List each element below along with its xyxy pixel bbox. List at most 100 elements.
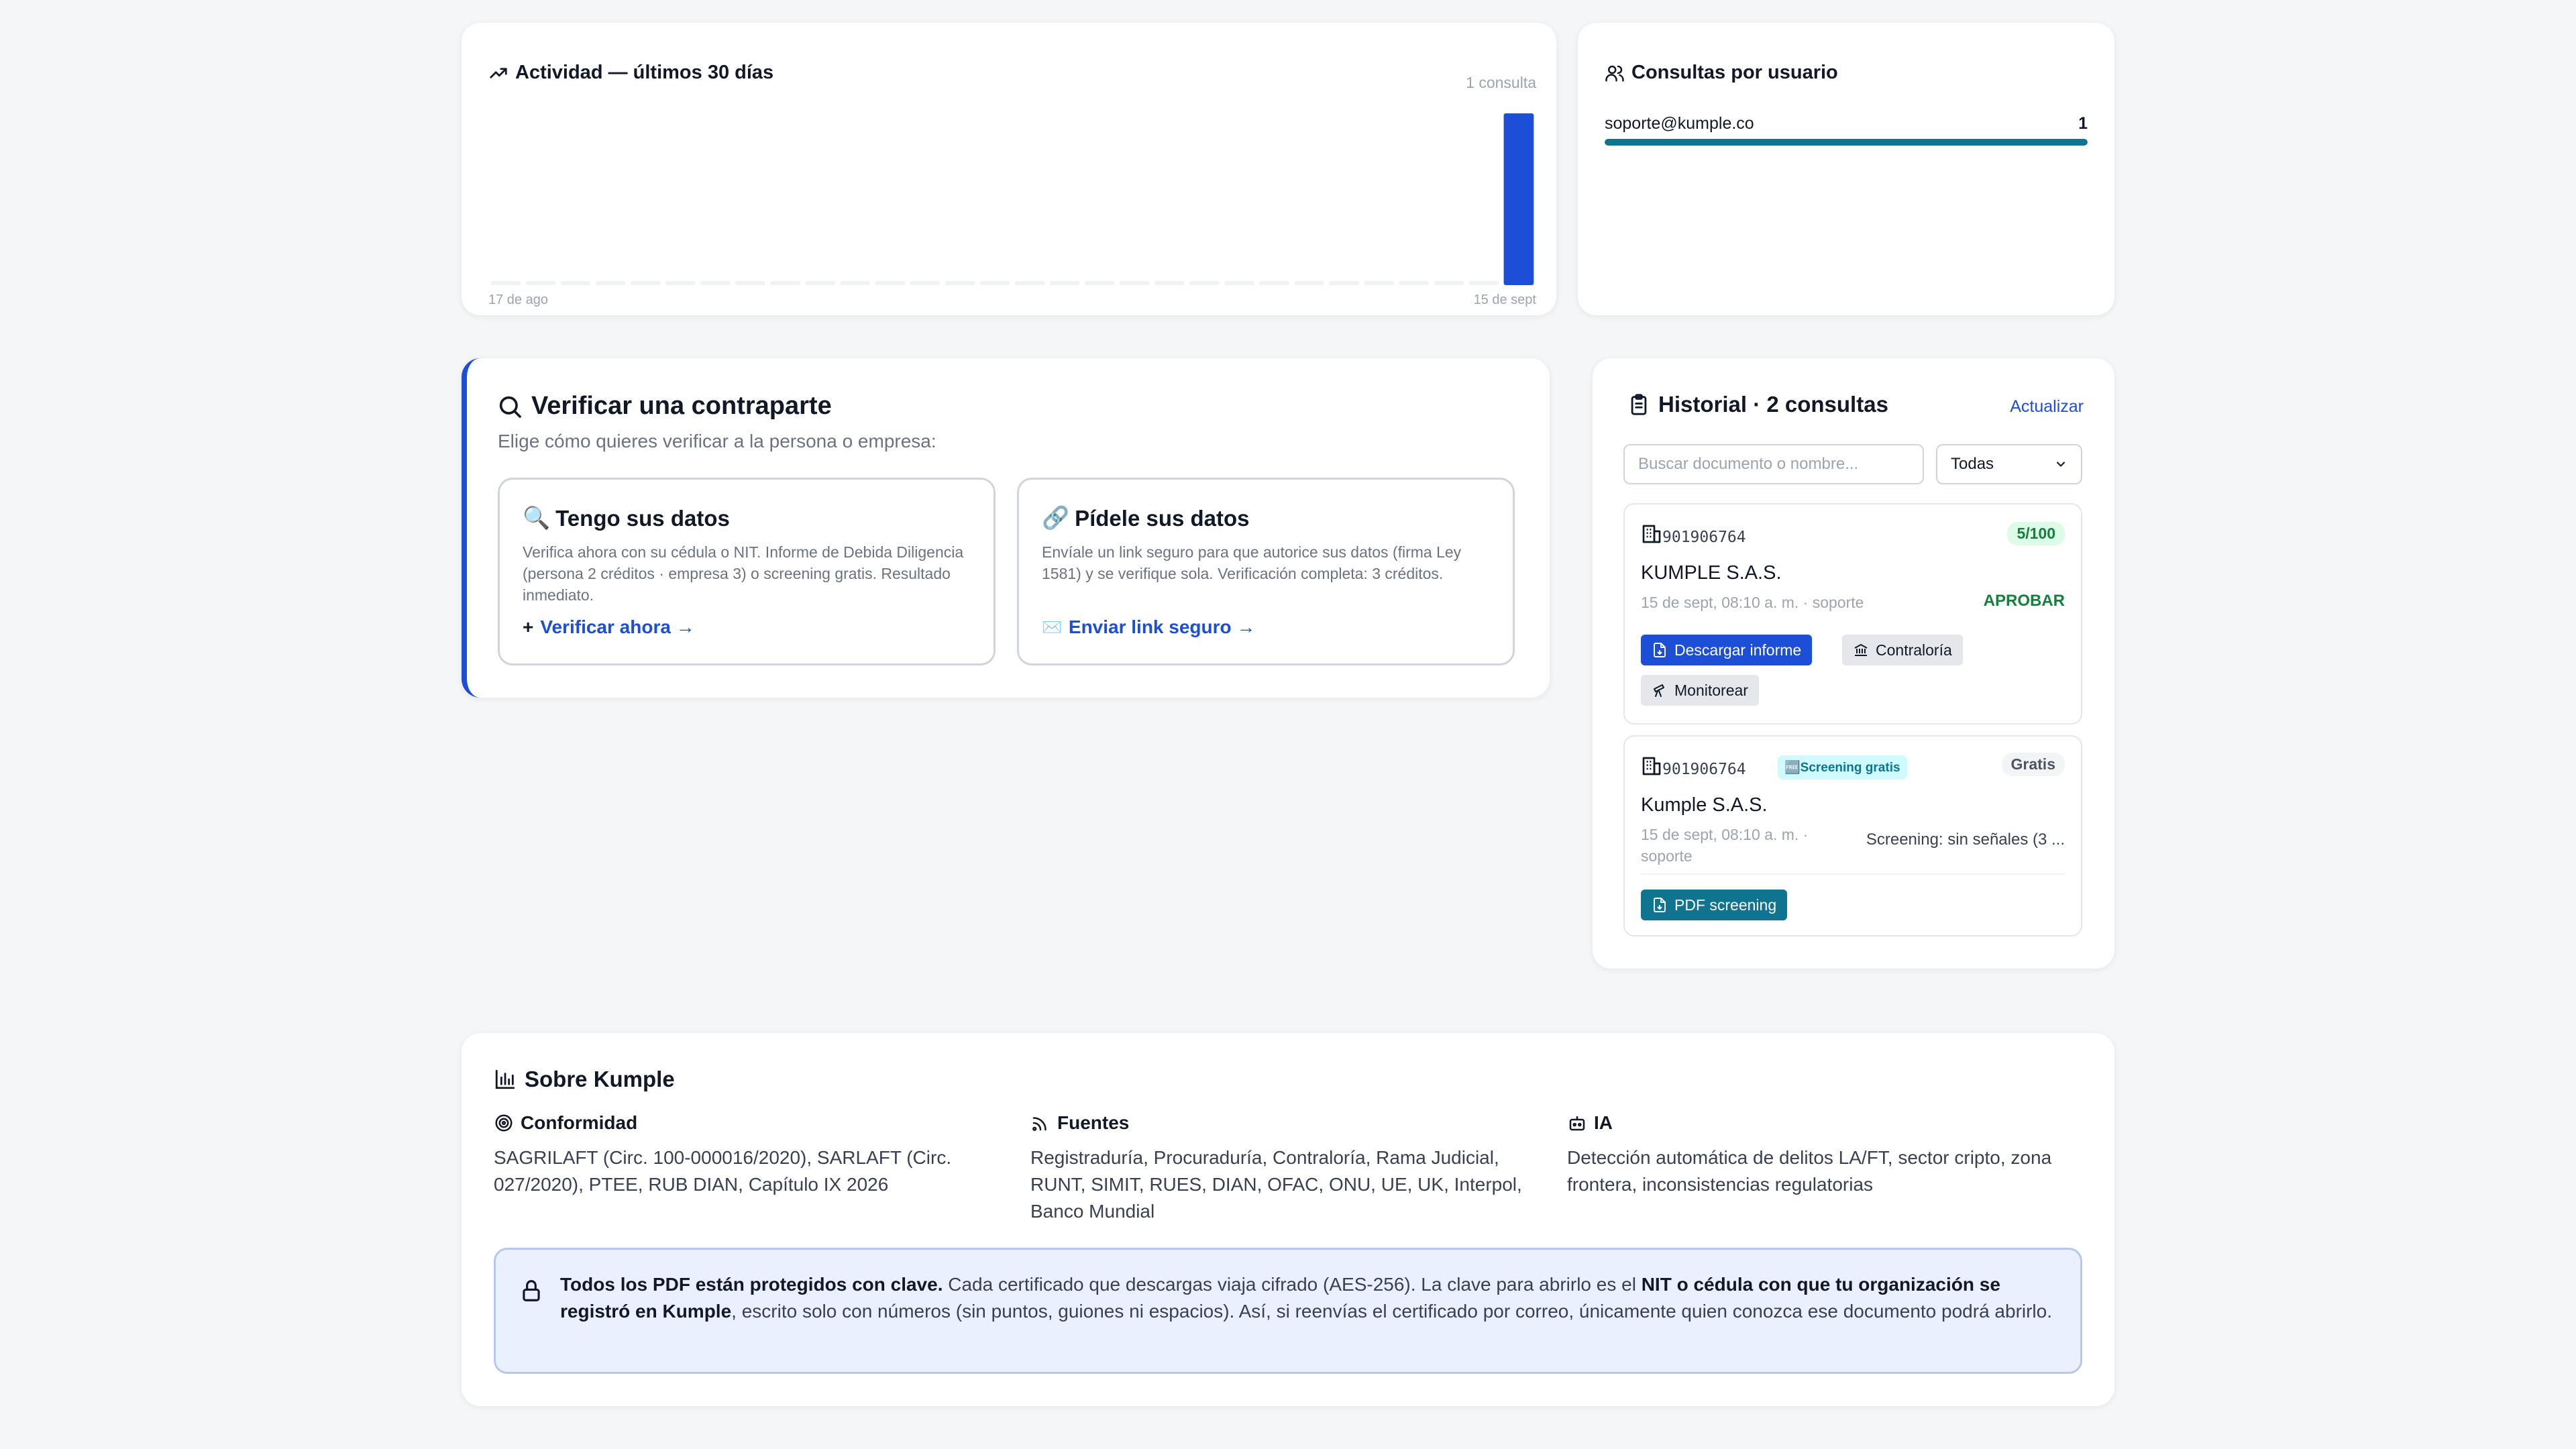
- history-search-input[interactable]: [1623, 444, 1924, 484]
- activity-card: Actividad — últimos 30 días 1 consulta 1…: [462, 23, 1556, 315]
- users-card: Consultas por usuario soporte@kumple.co …: [1578, 23, 2114, 315]
- activity-bar-track: [1468, 281, 1499, 285]
- activity-bar: [1503, 113, 1534, 285]
- user-progress-fill: [1605, 139, 2088, 146]
- target-icon: [494, 1113, 514, 1133]
- activity-bar-track: [1259, 281, 1289, 285]
- decision-label: APROBAR: [1983, 592, 2065, 610]
- history-item-nit: 901906764: [1662, 529, 1746, 546]
- telescope-icon: [1652, 682, 1668, 698]
- option-have-data[interactable]: 🔍 Tengo sus datos Verifica ahora con su …: [498, 478, 996, 665]
- bar-chart-icon: [494, 1068, 517, 1091]
- activity-bar-track: [805, 281, 836, 285]
- about-column-title: Fuentes: [1057, 1112, 1130, 1133]
- screening-free-tag: 🆓Screening gratis: [1778, 755, 1907, 780]
- option-request-data-desc: Envíale un link seguro para que autorice…: [1042, 543, 1462, 582]
- about-column-text: Registraduría, Procuraduría, Contraloría…: [1030, 1147, 1522, 1222]
- activity-bar-track: [770, 281, 800, 285]
- verify-title-text: Verificar una contraparte: [531, 392, 832, 420]
- pdf-screening-button[interactable]: PDF screening: [1641, 890, 1788, 920]
- search-icon: [496, 393, 523, 420]
- chevron-down-icon: [2054, 458, 2068, 471]
- activity-bar-track: [665, 281, 696, 285]
- refresh-link[interactable]: Actualizar: [2010, 397, 2084, 417]
- download-report-button[interactable]: Descargar informe: [1641, 635, 1813, 665]
- about-title-text: Sobre Kumple: [525, 1067, 675, 1091]
- history-filter-value: Todas: [1951, 455, 1994, 473]
- option-have-data-heading: 🔍 Tengo sus datos: [523, 505, 730, 531]
- building-icon: [1641, 523, 1662, 545]
- activity-bar-track: [630, 281, 661, 285]
- activity-bar-track: [1329, 281, 1360, 285]
- option-request-data-title: Pídele sus datos: [1075, 505, 1250, 531]
- robot-icon: [1567, 1113, 1587, 1133]
- activity-bar-track: [1119, 281, 1150, 285]
- activity-title: Actividad — últimos 30 días: [488, 62, 773, 84]
- verify-now-link[interactable]: + Verificar ahora →: [523, 616, 695, 638]
- history-item-meta-line1: 15 de sept, 08:10 a. m. ·: [1641, 826, 1809, 843]
- monitor-button[interactable]: Monitorear: [1641, 675, 1759, 706]
- activity-title-text: Actividad — últimos 30 días: [515, 62, 774, 83]
- history-item-meta: 15 de sept, 08:10 a. m. · soporte: [1641, 824, 1808, 867]
- activity-bar-track: [875, 281, 906, 285]
- contraloria-button[interactable]: Contraloría: [1842, 635, 1963, 665]
- about-column-text: SAGRILAFT (Circ. 100-000016/2020), SARLA…: [494, 1147, 952, 1195]
- activity-bar-track: [1049, 281, 1080, 285]
- history-item[interactable]: 901906764 🆓Screening gratis Gratis Kumpl…: [1623, 735, 2082, 936]
- user-progress-bar: [1605, 139, 2088, 146]
- activity-bar-track: [595, 281, 626, 285]
- history-filter-select[interactable]: Todas: [1936, 444, 2082, 484]
- about-column-sources: Fuentes Registraduría, Procuraduría, Con…: [1030, 1112, 1540, 1225]
- send-secure-link-label: Enviar link seguro →: [1068, 616, 1256, 637]
- history-item-name: Kumple S.A.S.: [1641, 794, 1768, 816]
- trending-up-icon: [488, 63, 508, 83]
- about-column-text: Detección automática de delitos LA/FT, s…: [1567, 1147, 2052, 1195]
- file-icon: [1652, 897, 1668, 913]
- plus-icon: +: [523, 616, 534, 637]
- activity-bar-track: [1294, 281, 1324, 285]
- activity-bar-track: [840, 281, 871, 285]
- option-request-data-heading: 🔗 Pídele sus datos: [1042, 505, 1250, 531]
- score-badge: 5/100: [2007, 522, 2065, 545]
- history-item[interactable]: 901906764 5/100 KUMPLE S.A.S. 15 de sept…: [1623, 503, 2082, 724]
- pdf-password-notice: Todos los PDF están protegidos con clave…: [494, 1248, 2082, 1374]
- activity-bar-track: [979, 281, 1010, 285]
- about-column-ai: IA Detección automática de delitos LA/FT…: [1567, 1112, 2077, 1198]
- send-secure-link[interactable]: ✉️ Enviar link seguro →: [1042, 616, 1255, 638]
- history-card: Historial · 2 consultas Actualizar Todas…: [1593, 358, 2114, 969]
- bank-icon: [1853, 642, 1869, 658]
- users-icon: [1605, 63, 1625, 83]
- about-column-title: IA: [1594, 1112, 1613, 1133]
- notice-text: Todos los PDF están protegidos con clave…: [560, 1271, 2053, 1325]
- option-request-data[interactable]: 🔗 Pídele sus datos Envíale un link segur…: [1017, 478, 1515, 665]
- activity-bar-track: [700, 281, 731, 285]
- activity-bar-track: [1364, 281, 1395, 285]
- verify-now-label: Verificar ahora →: [540, 616, 695, 637]
- activity-x-end-label: 15 de sept: [1473, 292, 1536, 307]
- activity-bar-track: [525, 281, 556, 285]
- users-title: Consultas por usuario: [1605, 62, 1838, 84]
- activity-bar-chart: [490, 113, 1534, 285]
- activity-bar-track: [910, 281, 941, 285]
- about-column-compliance: Conformidad SAGRILAFT (Circ. 100-000016/…: [494, 1112, 1004, 1198]
- user-count: 1: [2078, 114, 2088, 133]
- activity-bar-track: [1154, 281, 1185, 285]
- user-email: soporte@kumple.co: [1605, 114, 1754, 133]
- history-item-meta-line2: soporte: [1641, 847, 1693, 865]
- link-icon: 🔗: [1042, 505, 1070, 530]
- activity-bar-track: [945, 281, 975, 285]
- screening-result: Screening: sin señales (3 ...: [1866, 830, 2065, 849]
- about-card: Sobre Kumple Conformidad SAGRILAFT (Circ…: [462, 1033, 2114, 1406]
- verify-title: Verificar una contraparte: [496, 392, 832, 421]
- about-title: Sobre Kumple: [494, 1067, 675, 1092]
- activity-bar-track: [1189, 281, 1220, 285]
- monitor-label: Monitorear: [1674, 681, 1748, 699]
- history-title: Historial · 2 consultas: [1627, 392, 1888, 417]
- verify-subtitle: Elige cómo quieres verificar a la person…: [498, 431, 936, 451]
- clipboard-icon: [1627, 393, 1650, 416]
- about-column-heading: Fuentes: [1030, 1112, 1540, 1134]
- activity-bar-track: [1014, 281, 1045, 285]
- notice-text-2: , escrito solo con números (sin puntos, …: [731, 1301, 2053, 1322]
- users-title-text: Consultas por usuario: [1631, 62, 1838, 83]
- about-column-heading: IA: [1567, 1112, 2077, 1134]
